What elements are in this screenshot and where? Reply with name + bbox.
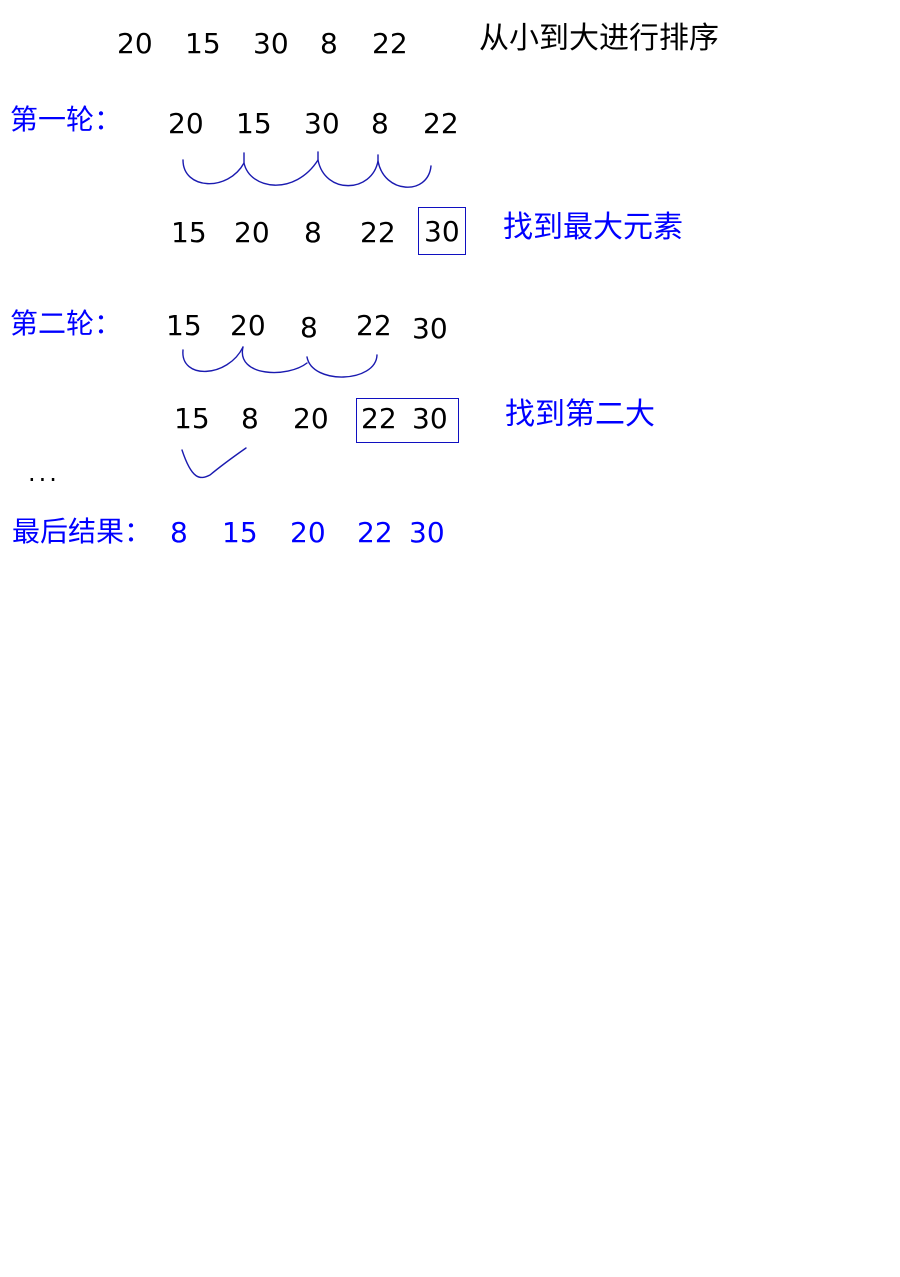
round1-after-number: 20 [234, 216, 270, 249]
initial-number: 30 [253, 27, 289, 60]
round1-note: 找到最大元素 [503, 210, 683, 245]
round1-before-number: 20 [168, 107, 204, 140]
ellipsis: ... [28, 459, 60, 487]
round1-compare-arc-2 [243, 151, 319, 186]
result-number: 15 [222, 516, 258, 549]
round1-before-number: 22 [423, 107, 459, 140]
initial-number: 8 [320, 27, 338, 60]
round1-before-number: 8 [371, 107, 389, 140]
initial-number: 15 [185, 27, 221, 60]
round1-compare-arc-4 [377, 160, 432, 188]
round1-label: 第一轮： [10, 103, 123, 136]
round2-compare-arc-4 [181, 447, 247, 479]
round2-compare-arc-2 [241, 346, 308, 374]
round2-before-number: 20 [230, 309, 266, 342]
round2-after-number: 30 [412, 402, 448, 435]
round2-after-number: 8 [241, 402, 259, 435]
comparison-arcs [181, 151, 432, 479]
round2-after-number: 22 [361, 402, 397, 435]
round2-before-number: 15 [166, 309, 202, 342]
result-number: 22 [357, 516, 393, 549]
initial-number: 20 [117, 27, 153, 60]
round2-before-number: 8 [300, 311, 318, 344]
round1-compare-arc-3 [317, 154, 379, 187]
round1-before-number: 15 [236, 107, 272, 140]
round1-after-number: 30 [424, 215, 460, 248]
round2-before-number: 30 [412, 312, 448, 345]
round1-after-number: 22 [360, 216, 396, 249]
result-number: 30 [409, 516, 445, 549]
round2-compare-arc-1 [182, 346, 244, 373]
result-number: 8 [170, 516, 188, 549]
result-number: 20 [290, 516, 326, 549]
sort-instruction: 从小到大进行排序 [479, 21, 719, 56]
round2-label: 第二轮： [10, 307, 123, 340]
round1-after-number: 15 [171, 216, 207, 249]
initial-number: 22 [372, 27, 408, 60]
round1-compare-arc-1 [182, 152, 245, 185]
round2-note: 找到第二大 [505, 397, 655, 432]
round2-before-number: 22 [356, 309, 392, 342]
round2-after-number: 20 [293, 402, 329, 435]
round2-compare-arc-3 [306, 354, 378, 378]
result-label: 最后结果： [12, 515, 153, 548]
round2-after-number: 15 [174, 402, 210, 435]
round1-before-number: 30 [304, 107, 340, 140]
round1-after-number: 8 [304, 216, 322, 249]
